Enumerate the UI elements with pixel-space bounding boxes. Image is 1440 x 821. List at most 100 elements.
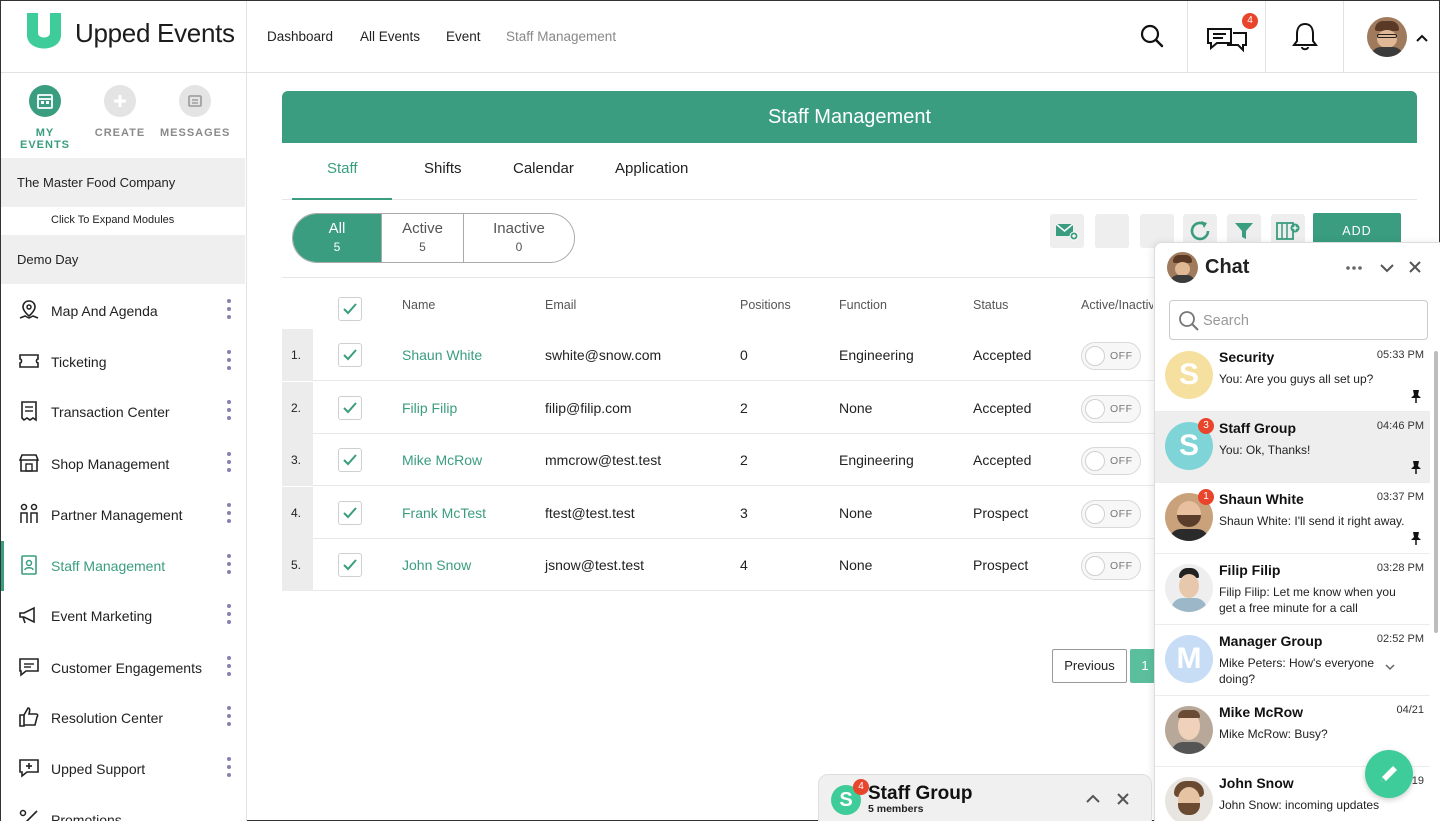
close-icon[interactable] [1116,792,1130,806]
filter-active[interactable]: Active 5 [382,214,464,262]
conversation-item[interactable]: S 3 Staff Group 04:46 PM You: Ok, Thanks… [1155,412,1430,483]
compose-button[interactable] [1365,750,1413,798]
col-header-function[interactable]: Function [839,298,887,312]
sidebar-item-label: Upped Support [51,761,146,777]
chevron-down-icon[interactable] [1379,262,1395,274]
support-icon [19,759,39,778]
chat-search-input[interactable]: Search [1169,300,1428,340]
search-icon[interactable] [1139,23,1165,49]
row-checkbox[interactable] [338,553,362,577]
filter-all[interactable]: All 5 [293,214,382,262]
event-name[interactable]: Demo Day [1,235,245,284]
tab-create[interactable]: CREATE [85,85,155,139]
more-dots-icon[interactable] [227,656,231,680]
sidebar-item-label: Ticketing [51,354,107,370]
more-options-icon[interactable] [1345,265,1363,271]
conversation-name: Filip Filip [1219,562,1281,578]
chat-toggle[interactable]: 4 [1187,1,1265,73]
invite-email-button[interactable] [1050,214,1084,248]
conversation-item[interactable]: Filip Filip 03:28 PM Filip Filip: Let me… [1155,554,1430,625]
chevron-down-icon[interactable] [1384,663,1396,671]
sidebar-item-staff-management[interactable]: Staff Management [1,541,245,591]
more-dots-icon[interactable] [227,554,231,578]
staff-badge-icon [21,555,37,575]
sidebar-item-map-and-agenda[interactable]: Map And Agenda [1,286,245,336]
tab-shifts[interactable]: Shifts [424,160,462,177]
active-toggle[interactable]: OFF [1081,500,1141,528]
close-icon[interactable] [1408,260,1422,274]
tab-application[interactable]: Application [615,160,688,177]
search-icon [1179,311,1199,331]
row-checkbox[interactable] [338,396,362,420]
filter-inactive[interactable]: Inactive 0 [464,214,574,262]
check-icon [343,507,357,519]
chat-bubble-icon [19,658,39,677]
expand-modules-link[interactable]: Click To Expand Modules [51,214,174,226]
logo[interactable]: Upped Events [1,1,247,73]
row-number: 4. [282,487,313,539]
staff-name-link[interactable]: Mike McRow [402,452,482,468]
sidebar-item-label: Staff Management [51,558,166,574]
col-header-positions[interactable]: Positions [740,298,791,312]
more-dots-icon[interactable] [227,452,231,476]
nav-staff-management[interactable]: Staff Management [506,29,616,44]
conversation-item[interactable]: S Security 05:33 PM You: Are you guys al… [1155,341,1430,412]
notifications-button[interactable] [1265,1,1343,73]
minimized-chat-window[interactable]: S 4 Staff Group 5 members [818,774,1152,821]
row-checkbox[interactable] [338,448,362,472]
sidebar-item-partner-management[interactable]: Partner Management [1,490,245,540]
conversation-item[interactable]: 1 Shaun White 03:37 PM Shaun White: I'll… [1155,483,1430,554]
active-toggle[interactable]: OFF [1081,342,1141,370]
pagination-previous[interactable]: Previous [1052,649,1127,683]
toolbar-button-blank[interactable] [1095,214,1129,248]
more-dots-icon[interactable] [227,299,231,323]
staff-name-link[interactable]: Frank McTest [402,505,486,521]
tab-messages[interactable]: MESSAGES [160,85,230,139]
sidebar-item-event-marketing[interactable]: Event Marketing [1,591,245,641]
sidebar-item-ticketing[interactable]: Ticketing [1,337,245,387]
tab-staff[interactable]: Staff [327,160,358,177]
more-dots-icon[interactable] [227,400,231,424]
filter-inactive-count: 0 [515,240,523,254]
nav-dashboard[interactable]: Dashboard [267,29,333,44]
more-dots-icon[interactable] [227,604,231,628]
more-dots-icon[interactable] [227,503,231,527]
tab-calendar[interactable]: Calendar [513,160,574,177]
pin-icon[interactable] [1410,460,1422,474]
pin-icon[interactable] [1410,389,1422,403]
staff-name-link[interactable]: John Snow [402,557,471,573]
col-header-active-inactive[interactable]: Active/Inactive [1081,298,1153,312]
chevron-up-icon[interactable] [1085,794,1101,804]
chat-scrollbar[interactable] [1434,351,1438,633]
sidebar-item-upped-support[interactable]: Upped Support [1,744,245,794]
nav-all-events[interactable]: All Events [360,29,420,44]
sidebar-item-promotions[interactable]: Promotions [1,795,245,821]
active-toggle[interactable]: OFF [1081,552,1141,580]
col-header-name[interactable]: Name [402,298,435,312]
status-filter: All 5 Active 5 Inactive 0 [292,213,575,263]
more-dots-icon[interactable] [227,706,231,730]
staff-positions: 3 [740,505,748,521]
sidebar-item-shop-management[interactable]: Shop Management [1,439,245,489]
col-header-email[interactable]: Email [545,298,576,312]
conversation-item[interactable]: M Manager Group 02:52 PM Mike Peters: Ho… [1155,625,1430,696]
row-checkbox[interactable] [338,501,362,525]
col-header-status[interactable]: Status [973,298,1008,312]
staff-name-link[interactable]: Shaun White [402,347,482,363]
select-all-checkbox[interactable] [338,297,362,321]
staff-name-link[interactable]: Filip Filip [402,400,457,416]
user-menu[interactable] [1343,1,1439,73]
more-dots-icon[interactable] [227,757,231,781]
row-checkbox[interactable] [338,343,362,367]
nav-event[interactable]: Event [446,29,481,44]
sidebar-item-resolution-center[interactable]: Resolution Center [1,693,245,743]
conversation-time: 03:28 PM [1376,562,1424,574]
pin-icon[interactable] [1410,531,1422,545]
active-toggle[interactable]: OFF [1081,395,1141,423]
tab-my-events[interactable]: MY EVENTS [10,85,80,151]
sidebar-item-customer-engagements[interactable]: Customer Engagements [1,643,245,693]
active-toggle[interactable]: OFF [1081,447,1141,475]
more-dots-icon[interactable] [227,350,231,374]
sidebar-item-transaction-center[interactable]: Transaction Center [1,387,245,437]
company-name[interactable]: The Master Food Company [1,158,245,207]
